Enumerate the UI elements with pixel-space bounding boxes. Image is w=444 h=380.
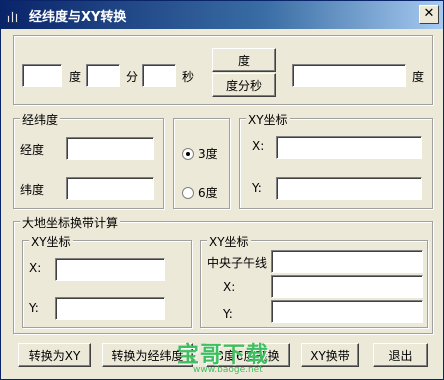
to-degree-button[interactable]: 度 xyxy=(212,48,276,72)
radio-unselected-icon xyxy=(182,186,194,199)
geodetic-left-label: XY坐标 xyxy=(29,233,73,250)
main-window: 经纬度与XY转换 ✕ 度 分 秒 度 度分秒 度 经纬度 经度 纬度 3度 6度 xyxy=(0,0,444,380)
geodetic-right-x-input[interactable] xyxy=(271,275,423,298)
zone-3-label: 3度 xyxy=(198,147,218,161)
central-meridian-label: 中央子午线 xyxy=(207,256,268,270)
zone-3-6-button[interactable]: 3度6度转换 xyxy=(206,343,290,367)
geodetic-group: 大地坐标换带计算 XY坐标 X: Y: XY坐标 中央子午线 X: Y: xyxy=(13,214,433,334)
to-xy-button[interactable]: 转换为XY xyxy=(18,343,91,367)
latlon-group: 经纬度 经度 纬度 xyxy=(13,111,164,209)
xy-top-group: XY坐标 X: Y: xyxy=(239,111,433,209)
to-latlon-button[interactable]: 转换为经纬度 xyxy=(102,343,193,367)
geodetic-left-y-label: Y: xyxy=(29,301,39,315)
minute-input[interactable] xyxy=(86,64,120,87)
xy-top-y-input[interactable] xyxy=(276,177,422,200)
radio-selected-icon xyxy=(182,147,194,160)
dms-group: 度 分 秒 度 度分秒 度 xyxy=(13,35,433,105)
minute-unit-label: 分 xyxy=(126,70,139,84)
central-meridian-input[interactable] xyxy=(271,250,423,273)
zone-6-radio[interactable]: 6度 xyxy=(182,184,218,201)
close-button[interactable]: ✕ xyxy=(419,5,439,24)
geodetic-right-y-input[interactable] xyxy=(271,300,423,323)
zone-6-label: 6度 xyxy=(198,186,218,200)
longitude-label: 经度 xyxy=(20,143,45,157)
geodetic-left-x-input[interactable] xyxy=(55,258,165,281)
longitude-input[interactable] xyxy=(66,137,154,160)
latitude-input[interactable] xyxy=(66,177,154,200)
zone-group: 3度 6度 xyxy=(173,118,230,209)
geodetic-left-y-input[interactable] xyxy=(55,297,165,320)
geodetic-left-group: XY坐标 X: Y: xyxy=(22,233,192,328)
title-bar[interactable]: 经纬度与XY转换 ✕ xyxy=(1,1,443,29)
latlon-group-label: 经纬度 xyxy=(20,111,61,128)
window-title: 经纬度与XY转换 xyxy=(29,9,127,25)
second-input[interactable] xyxy=(142,64,176,87)
xy-top-y-label: Y: xyxy=(252,181,262,195)
xy-top-x-input[interactable] xyxy=(276,136,422,159)
geodetic-right-label: XY坐标 xyxy=(207,233,251,250)
to-dms-button[interactable]: 度分秒 xyxy=(212,73,276,97)
app-icon xyxy=(7,7,23,23)
degree-unit-label: 度 xyxy=(69,70,82,84)
geodetic-left-x-label: X: xyxy=(29,261,42,275)
geodetic-right-x-label: X: xyxy=(223,280,236,294)
degree-result-input[interactable] xyxy=(292,64,406,87)
second-unit-label: 秒 xyxy=(182,70,195,84)
zone-3-radio[interactable]: 3度 xyxy=(182,145,218,162)
xy-top-group-label: XY坐标 xyxy=(246,111,290,128)
geodetic-group-label: 大地坐标换带计算 xyxy=(20,214,121,231)
xy-zone-button[interactable]: XY换带 xyxy=(301,343,359,367)
xy-top-x-label: X: xyxy=(252,139,265,153)
degree-input[interactable] xyxy=(22,64,62,87)
exit-button[interactable]: 退出 xyxy=(373,343,428,367)
latitude-label: 纬度 xyxy=(20,183,45,197)
geodetic-right-group: XY坐标 中央子午线 X: Y: xyxy=(200,233,428,328)
geodetic-right-y-label: Y: xyxy=(223,307,233,321)
degree-result-unit: 度 xyxy=(412,70,425,84)
